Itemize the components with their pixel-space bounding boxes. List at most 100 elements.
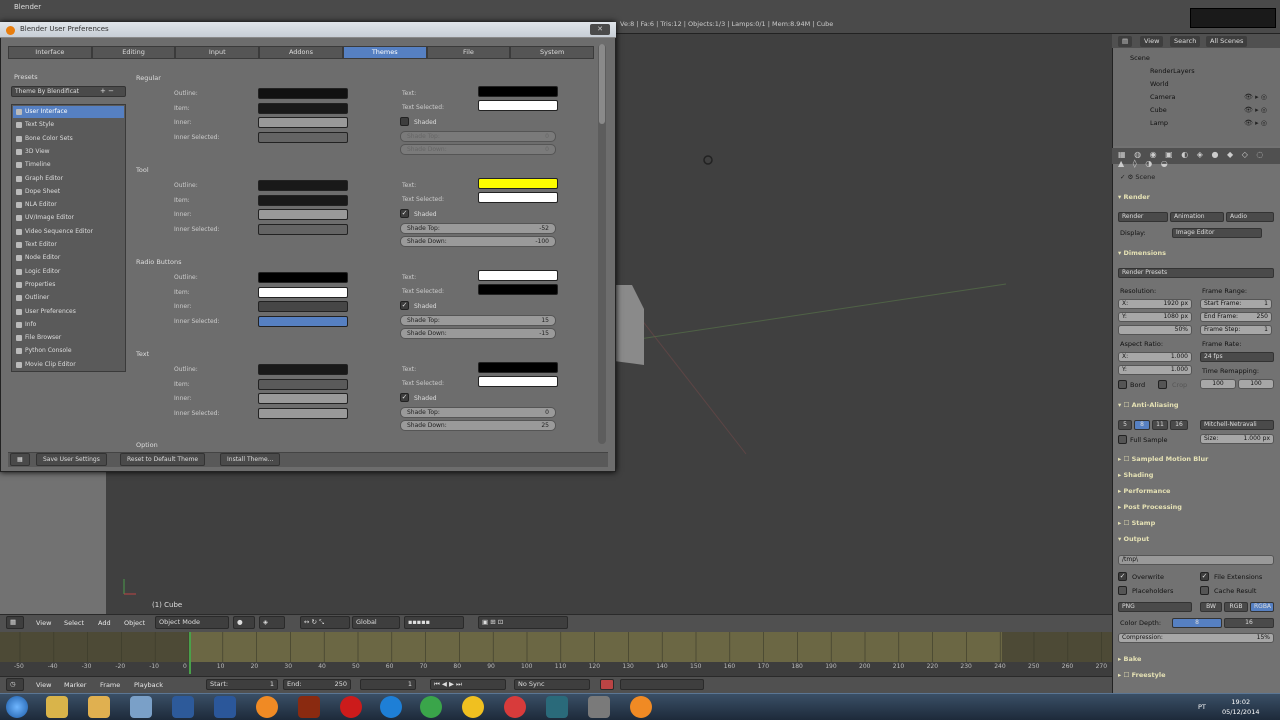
cache-result-checkbox[interactable] — [1200, 586, 1209, 595]
theme-category-item[interactable]: Python Console — [13, 345, 124, 357]
install-theme-button[interactable]: Install Theme... — [220, 453, 281, 466]
network-icon[interactable] — [172, 696, 194, 718]
word-icon[interactable] — [214, 696, 236, 718]
shade-down-slider[interactable]: Shade Down: 25 — [400, 420, 556, 431]
remap-old-field[interactable]: 100 — [1200, 379, 1236, 389]
color-swatch-inner[interactable] — [258, 209, 348, 220]
panel-post-processing[interactable]: ▸ Post Processing — [1118, 503, 1182, 511]
tl-menu-marker[interactable]: Marker — [64, 681, 86, 689]
pivot-select[interactable]: ◈ — [259, 616, 285, 629]
res-percent-slider[interactable]: 50% — [1118, 325, 1192, 335]
theme-category-item[interactable]: Text Editor — [13, 239, 124, 251]
shade-down-slider[interactable]: Shade Down: -100 — [400, 236, 556, 247]
outliner[interactable] — [1112, 34, 1280, 146]
language-indicator[interactable]: PT — [1198, 703, 1206, 711]
color-swatch-outline[interactable] — [258, 272, 348, 283]
theme-category-item[interactable]: Graph Editor — [13, 173, 124, 185]
visibility-icons-lamp[interactable]: 👁 ▸ ◎ — [1244, 119, 1267, 127]
orientation-select[interactable]: Global — [352, 616, 400, 629]
panel-render[interactable]: ▾ Render — [1118, 193, 1150, 201]
snap-tools[interactable]: ▣ ⊞ ⊡ — [478, 616, 568, 629]
crop-checkbox[interactable] — [1158, 380, 1167, 389]
close-icon[interactable]: ✕ — [590, 24, 610, 35]
res-y-field[interactable]: Y: 1080 px — [1118, 312, 1192, 322]
theme-category-item[interactable]: Dope Sheet — [13, 186, 124, 198]
shaded-checkbox[interactable]: ✓ — [400, 301, 409, 310]
theme-category-item[interactable]: Text Style — [13, 119, 124, 131]
tl-menu-frame[interactable]: Frame — [100, 681, 120, 689]
app-yellow-icon[interactable] — [462, 696, 484, 718]
app-teal-icon[interactable] — [546, 696, 568, 718]
border-checkbox[interactable] — [1118, 380, 1127, 389]
overwrite-checkbox[interactable]: ✓ — [1118, 572, 1127, 581]
panel-shading[interactable]: ▸ Shading — [1118, 471, 1153, 479]
theme-category-item[interactable]: Timeline — [13, 159, 124, 171]
aa-16[interactable]: 16 — [1170, 420, 1188, 430]
scrollbar-thumb[interactable] — [599, 44, 605, 124]
aspect-x-field[interactable]: X: 1.000 — [1118, 352, 1192, 362]
shaded-checkbox[interactable]: ✓ — [400, 393, 409, 402]
aa-filter-select[interactable]: Mitchell-Netravali — [1200, 420, 1274, 430]
color-swatch-inner_sel[interactable] — [258, 223, 348, 235]
color-rgb[interactable]: RGB — [1224, 602, 1248, 612]
panel-bake[interactable]: ▸ Bake — [1118, 655, 1141, 663]
menu-select[interactable]: Select — [64, 619, 84, 627]
color-swatch-item[interactable] — [258, 286, 348, 298]
internet-explorer-icon[interactable] — [380, 696, 402, 718]
color-swatch-text[interactable] — [478, 86, 558, 97]
blender-running-icon[interactable] — [630, 696, 652, 718]
start-frame-field[interactable]: Start: 1 — [206, 679, 278, 690]
panel-dimensions[interactable]: ▾ Dimensions — [1118, 249, 1166, 257]
playback-controls[interactable]: ⏮ ◀ ▶ ⏭ — [430, 679, 506, 690]
save-user-settings-button[interactable]: Save User Settings — [36, 453, 107, 466]
tab-editing[interactable]: Editing — [91, 46, 176, 59]
taskbar-clock[interactable]: 19:02 05/12/2014 — [1222, 697, 1259, 717]
outliner-item-renderlayers[interactable]: RenderLayers — [1150, 67, 1195, 75]
theme-category-item[interactable]: NLA Editor — [13, 199, 124, 211]
app-red-icon[interactable] — [504, 696, 526, 718]
outliner-item-camera[interactable]: Camera — [1150, 93, 1176, 101]
visibility-icons-cube[interactable]: 👁 ▸ ◎ — [1244, 106, 1267, 114]
render-presets-select[interactable]: Render Presets — [1118, 268, 1274, 278]
editor-type-button[interactable]: ▦ — [6, 616, 24, 629]
outliner-type[interactable]: ▤ — [1118, 36, 1133, 47]
shading-select[interactable]: ● — [233, 616, 255, 629]
fps-select[interactable]: 24 fps — [1200, 352, 1274, 362]
footer-editor-type[interactable]: ▦ — [10, 453, 30, 466]
frame-step-prop[interactable]: Frame Step: 1 — [1200, 325, 1272, 335]
start-frame-prop[interactable]: Start Frame: 1 — [1200, 299, 1272, 309]
theme-category-item[interactable]: Info — [13, 319, 124, 331]
outliner-tab-search[interactable]: Search — [1170, 36, 1201, 47]
aa-8[interactable]: 8 — [1134, 420, 1150, 430]
tab-themes[interactable]: Themes — [342, 46, 427, 59]
theme-category-item[interactable]: 3D View — [13, 146, 124, 158]
shade-top-slider[interactable]: Shade Top: 0 — [400, 131, 556, 142]
aa-5[interactable]: 5 — [1118, 420, 1132, 430]
color-swatch-inner_sel[interactable] — [258, 407, 348, 419]
end-frame-field[interactable]: End: 250 — [283, 679, 351, 690]
outliner-tab-all-scenes[interactable]: All Scenes — [1206, 36, 1248, 47]
theme-category-item[interactable]: Movie Clip Editor — [13, 359, 124, 371]
panel-performance[interactable]: ▸ Performance — [1118, 487, 1170, 495]
timeline-editor-type[interactable]: ◷ — [6, 678, 24, 691]
properties-context-tabs[interactable]: ▦ ◍ ◉ ▣ ◐ ◈ ● ◆ ◇ ◌ ▲ ◊ ◑ ◒ — [1112, 148, 1280, 168]
output-path-field[interactable]: /tmp\ — [1118, 555, 1274, 565]
panel-sampled-motion-blur[interactable]: ▸ ☐ Sampled Motion Blur — [1118, 455, 1208, 463]
manipulator-toggles[interactable]: ↔ ↻ ⤡ — [300, 616, 350, 629]
display-select[interactable]: Image Editor — [1172, 228, 1262, 238]
tab-system[interactable]: System — [510, 46, 595, 59]
keying-set-field[interactable] — [620, 679, 704, 690]
menu-view[interactable]: View — [36, 619, 51, 627]
current-frame-marker[interactable] — [189, 632, 191, 674]
color-bw[interactable]: BW — [1200, 602, 1222, 612]
panel-anti-aliasing[interactable]: ▾ ☐ Anti-Aliasing — [1118, 401, 1179, 409]
audio-button[interactable]: Audio — [1226, 212, 1274, 222]
record-button[interactable] — [600, 679, 614, 690]
context-icons[interactable]: ▦ ◍ ◉ ▣ ◐ ◈ ● ◆ ◇ ◌ ▲ ◊ ◑ ◒ — [1112, 148, 1280, 170]
shade-top-slider[interactable]: Shade Top: 0 — [400, 407, 556, 418]
reset-theme-button[interactable]: Reset to Default Theme — [120, 453, 206, 466]
menu-object[interactable]: Object — [124, 619, 145, 627]
color-swatch-item[interactable] — [258, 102, 348, 114]
theme-category-item[interactable]: Logic Editor — [13, 266, 124, 278]
outliner-item-lamp[interactable]: Lamp — [1150, 119, 1168, 127]
